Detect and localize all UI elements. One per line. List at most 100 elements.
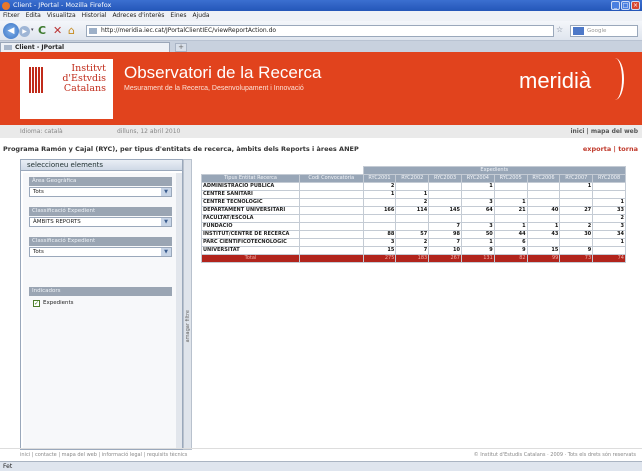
filter-label-classification-2: Classificació Expedient: [29, 237, 172, 246]
table-cell: 3: [460, 198, 495, 207]
table-cell: [592, 246, 626, 255]
table-cell: [526, 182, 561, 191]
chevron-down-icon[interactable]: ▼: [161, 188, 171, 196]
table-cell: 9: [460, 246, 495, 255]
table-cell: 34: [592, 230, 626, 239]
report-actions[interactable]: exporta | torna: [583, 145, 638, 153]
bookmark-star-icon[interactable]: ☆: [556, 25, 563, 34]
filter-select-area[interactable]: Tots ▼: [29, 187, 172, 197]
table-cell: [493, 182, 528, 191]
search-placeholder: Google: [587, 28, 607, 34]
filter-panel-title: seleccioneu elements: [21, 160, 182, 171]
indicator-label: Expedients: [43, 300, 74, 306]
table-cell: [526, 214, 561, 223]
table-header-row: Expedients: [201, 166, 627, 175]
col-header-year[interactable]: RYC2004: [460, 174, 495, 183]
tab-jportal[interactable]: Client - JPortal: [0, 42, 170, 52]
col-header-year[interactable]: RYC2002: [395, 174, 430, 183]
table-cell: [362, 214, 397, 223]
url-bar[interactable]: http://meridia.iec.cat/JPortalClientIEC/…: [86, 25, 554, 37]
table-cell: 3: [592, 222, 626, 231]
status-bar: Fet: [0, 461, 642, 471]
maximize-button[interactable]: □: [621, 1, 630, 10]
filter-value-area: Tots: [33, 189, 44, 195]
table-cell: 73: [559, 254, 594, 263]
navigation-toolbar: ◀ ▶ ▾ C ✕ ⌂ http://meridia.iec.cat/JPort…: [0, 21, 642, 41]
table-cell: [559, 238, 594, 247]
table-cell: [493, 214, 528, 223]
menu-history[interactable]: Historial: [82, 11, 107, 21]
filter-panel-body: Àrea Geogràfica Tots ▼ Classificació Exp…: [23, 173, 176, 448]
table-cell: 1: [592, 238, 626, 247]
table-cell: 1: [559, 182, 594, 191]
indicator-checkbox[interactable]: ✓: [33, 300, 40, 307]
status-text: Fet: [3, 463, 13, 470]
back-arrow-icon[interactable]: ◀: [3, 23, 19, 39]
col-header-call[interactable]: Codi Convocatòria: [299, 174, 364, 183]
table-cell: 1: [526, 222, 561, 231]
table-cell: 15: [526, 246, 561, 255]
table-cell: 3: [460, 222, 495, 231]
site-footer: inici | contacte | mapa del web | inform…: [0, 448, 642, 461]
history-dropdown-icon[interactable]: ▾: [31, 27, 34, 33]
filter-select-classification[interactable]: ÀMBITS REPORTS ▼: [29, 217, 172, 227]
logo-line-3: Catalans: [63, 83, 106, 94]
menu-tools[interactable]: Eines: [170, 11, 186, 21]
menu-bookmarks[interactable]: Adreces d'interès: [112, 11, 164, 21]
table-cell: [428, 182, 462, 191]
table-cell: 88: [362, 230, 397, 239]
chevron-down-icon[interactable]: ▼: [161, 218, 171, 226]
table-cell: 9: [493, 246, 528, 255]
search-input[interactable]: Google: [570, 25, 638, 37]
stop-icon[interactable]: ✕: [53, 24, 62, 37]
table-cell: [299, 254, 364, 263]
col-header-year[interactable]: RYC2005: [493, 174, 528, 183]
indicators-label: Indicadors: [29, 287, 172, 296]
brand-logo[interactable]: meridià: [519, 68, 591, 94]
firefox-icon: [2, 2, 10, 10]
filter-select-classification-2[interactable]: Tots ▼: [29, 247, 172, 257]
report-title: Programa Ramón y Cajal (RYC), per tipus …: [3, 145, 359, 153]
reload-icon[interactable]: C: [38, 24, 46, 37]
menu-help[interactable]: Ajuda: [193, 11, 210, 21]
collapse-filter-toggle[interactable]: amagar filtre: [183, 159, 192, 450]
forward-arrow-icon[interactable]: ▶: [19, 26, 30, 37]
menu-file[interactable]: Fitxer: [3, 11, 20, 21]
menu-view[interactable]: Visualitza: [47, 11, 76, 21]
site-title: Observatori de la Recerca: [124, 63, 322, 82]
filter-panel-scrollbar[interactable]: [176, 173, 182, 448]
col-header-year[interactable]: RYC2003: [428, 174, 462, 183]
table-cell: [362, 198, 397, 207]
table-cell: [362, 222, 397, 231]
row-label: CENTRE TECNOLÒGIC: [201, 198, 300, 207]
minimize-button[interactable]: _: [611, 1, 620, 10]
table-cell: 21: [493, 206, 528, 215]
table-cell: [299, 238, 364, 247]
collapse-filter-label: amagar filtre: [185, 310, 191, 343]
table-cell: 2: [362, 182, 397, 191]
new-tab-button[interactable]: +: [175, 43, 187, 52]
search-engine-icon[interactable]: [573, 27, 584, 35]
top-links[interactable]: inici | mapa del web: [570, 125, 638, 138]
table-cell: [493, 190, 528, 199]
tab-bar: Client - JPortal +: [0, 41, 642, 52]
table-cell: 30: [559, 230, 594, 239]
col-header-entity[interactable]: Tipus Entitat Recerca: [201, 174, 300, 183]
col-header-year[interactable]: RYC2007: [559, 174, 594, 183]
col-header-year[interactable]: RYC2001: [362, 174, 397, 183]
close-button[interactable]: ×: [631, 1, 640, 10]
col-header-year[interactable]: RYC2008: [592, 174, 626, 183]
table-cell: [428, 190, 462, 199]
row-label: UNIVERSITAT: [201, 246, 300, 255]
menu-edit[interactable]: Edita: [26, 11, 41, 21]
col-header-year[interactable]: RYC2006: [526, 174, 561, 183]
home-icon[interactable]: ⌂: [68, 24, 75, 37]
window-titlebar: Client - JPortal - Mozilla Firefox _ □ ×: [0, 0, 642, 11]
language-selector[interactable]: Idioma: català: [20, 125, 63, 138]
table-cell: 74: [592, 254, 626, 263]
table-cell: 6: [493, 238, 528, 247]
table-row: ADMINISTRACIÓ PÚBLICA 2 1 1: [201, 182, 626, 191]
iec-logo[interactable]: Institvt d'Estvdis Catalans: [20, 59, 113, 119]
table-cell: [559, 190, 594, 199]
chevron-down-icon[interactable]: ▼: [161, 248, 171, 256]
